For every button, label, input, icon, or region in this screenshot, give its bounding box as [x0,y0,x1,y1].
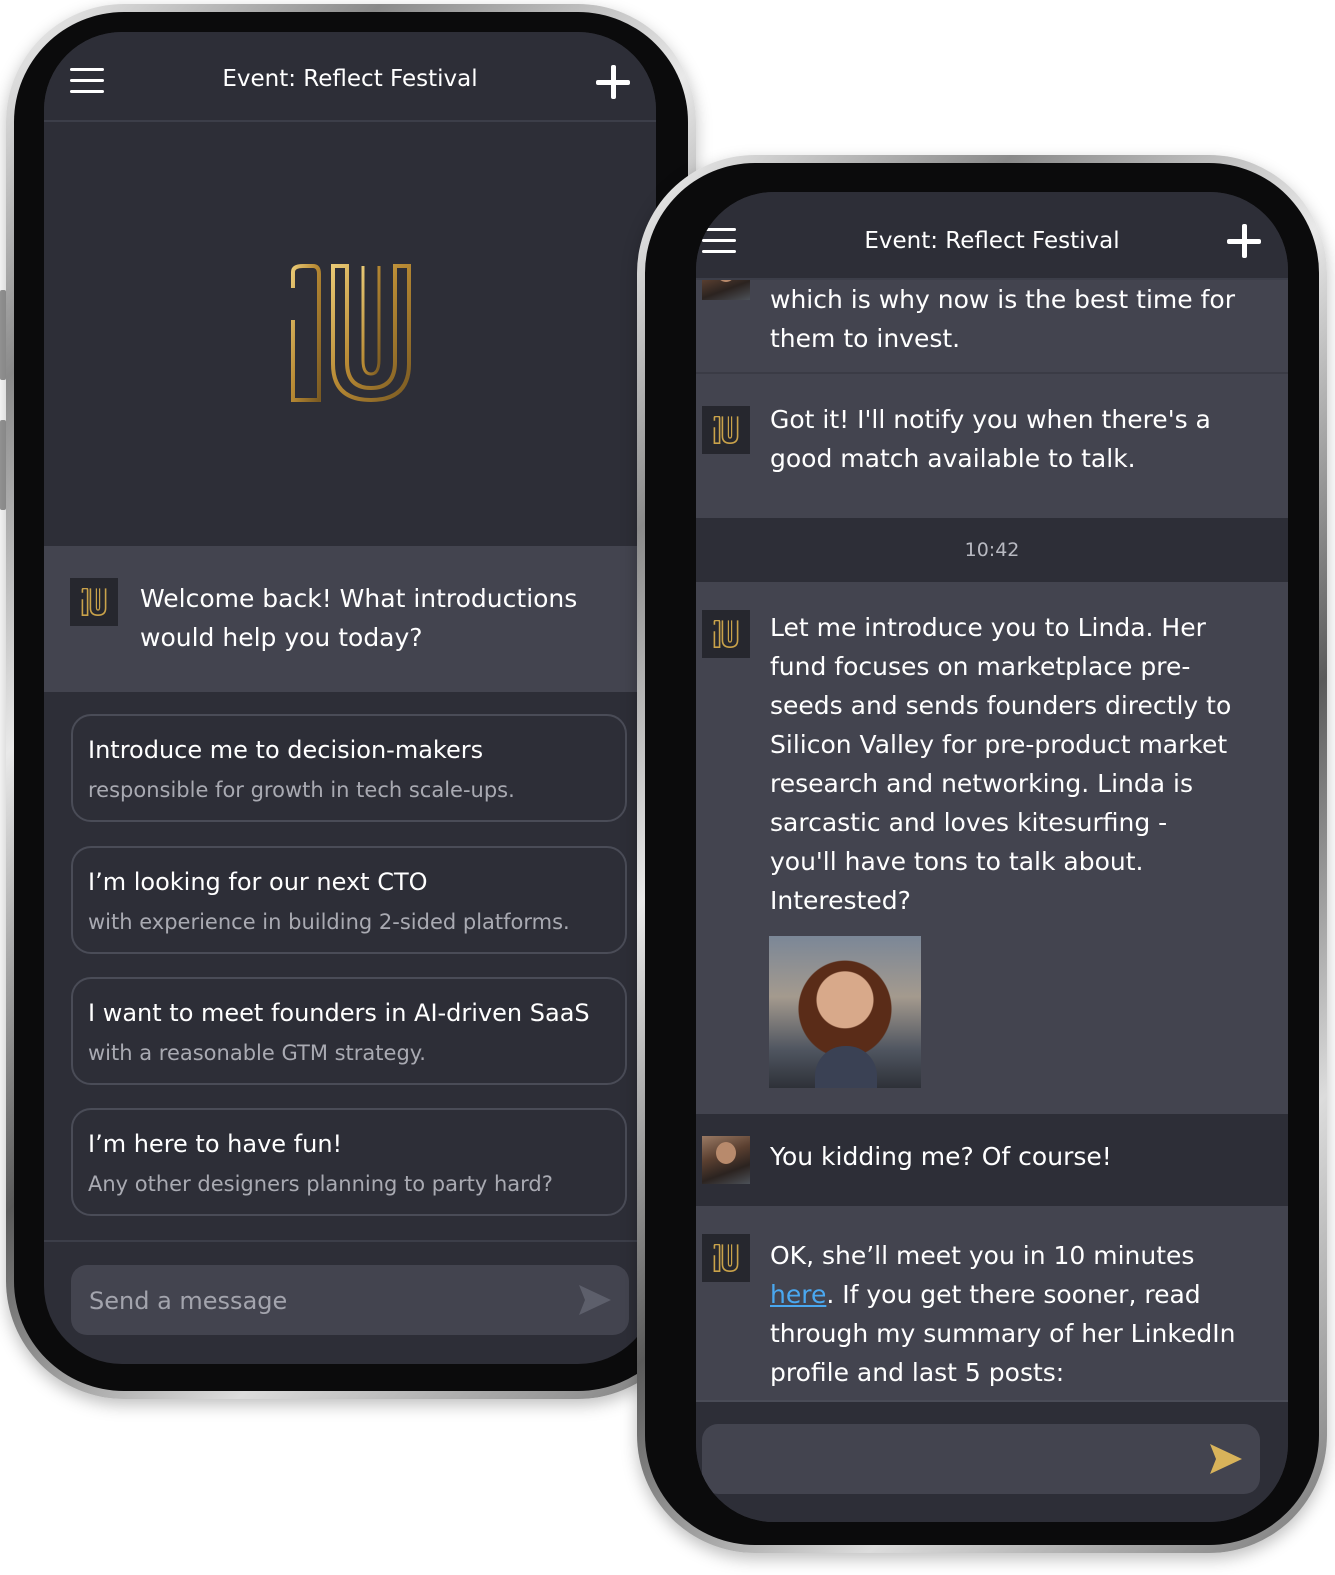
au-monogram-icon [713,1244,739,1272]
event-title: Event: Reflect Festival [222,66,478,92]
prompt-subtitle: responsible for growth in tech scale-ups… [88,778,515,802]
top-bar: Event: Reflect Festival [696,192,1288,280]
timestamp-row: 10:42 [696,518,1288,582]
event-title: Event: Reflect Festival [864,228,1120,254]
phone-screen-right: Event: Reflect Festival which is why now… [696,192,1288,1522]
prompt-title: I’m looking for our next CTO [88,868,428,896]
composer-divider [44,1240,656,1242]
au-monogram-icon [713,416,739,444]
welcome-text: Welcome back! What introductions would h… [140,584,578,652]
message-input-placeholder[interactable]: Send a message [89,1287,287,1315]
au-monogram-icon [81,588,107,616]
chat-message-row: You kidding me? Of course! [696,1114,1288,1206]
message-text-part: . If you get there sooner, read through … [770,1280,1236,1387]
prompt-subtitle: with a reasonable GTM strategy. [88,1041,426,1065]
bot-avatar [702,1234,750,1282]
message-composer[interactable]: Send a message [71,1265,629,1335]
meeting-location-link[interactable]: here [770,1280,826,1309]
au-monogram-logo [291,264,411,403]
composer-area [696,1402,1288,1522]
prompt-card-cto[interactable]: I’m looking for our next CTO with experi… [71,846,627,954]
bot-avatar [702,406,750,454]
timestamp: 10:42 [964,539,1020,561]
message-text: OK, she’ll meet you in 10 minutes here. … [770,1236,1240,1392]
message-text: Got it! I'll notify you when there's a g… [770,405,1211,473]
plus-icon[interactable] [1227,224,1261,258]
message-composer[interactable] [702,1424,1260,1494]
message-text: Let me introduce you to Linda. Her fund … [770,613,1232,915]
prompt-subtitle: with experience in building 2-sided plat… [88,910,570,934]
message-text: which is why now is the best time for th… [770,285,1235,353]
plus-icon[interactable] [596,65,630,99]
send-arrow-icon[interactable] [577,1283,613,1317]
au-monogram-icon [713,620,739,648]
message-text: You kidding me? Of course! [770,1142,1112,1171]
prompt-subtitle: Any other designers planning to party ha… [88,1172,553,1196]
send-arrow-icon[interactable] [1208,1442,1244,1476]
prompt-title: I’m here to have fun! [88,1130,343,1158]
welcome-message-row: Welcome back! What introductions would h… [44,546,656,692]
chat-message-row: OK, she’ll meet you in 10 minutes here. … [696,1206,1288,1400]
linda-profile-photo[interactable] [769,936,921,1088]
bot-avatar [70,578,118,626]
prompt-card-ai-founders[interactable]: I want to meet founders in AI-driven Saa… [71,977,627,1085]
phone-screen-left: Event: Reflect Festival Welcome back! Wh… [44,32,656,1364]
user-avatar [702,1136,750,1184]
prompt-title: I want to meet founders in AI-driven Saa… [88,999,590,1027]
chat-message-row: Let me introduce you to Linda. Her fund … [696,582,1288,1114]
prompt-card-decision-makers[interactable]: Introduce me to decision-makers responsi… [71,714,627,822]
chat-message-row: which is why now is the best time for th… [696,254,1288,372]
bot-avatar [702,610,750,658]
prompt-card-have-fun[interactable]: I’m here to have fun! Any other designer… [71,1108,627,1216]
prompt-title: Introduce me to decision-makers [88,736,484,764]
top-bar: Event: Reflect Festival [44,32,656,122]
chat-message-row: Got it! I'll notify you when there's a g… [696,372,1288,520]
message-text-part: OK, she’ll meet you in 10 minutes [770,1241,1195,1270]
